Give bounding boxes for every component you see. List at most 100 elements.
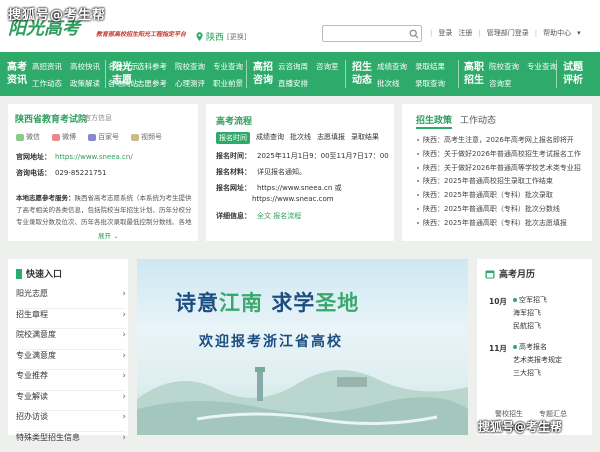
nav-item[interactable]: 政策解读	[70, 78, 100, 89]
process-tabs: 报名时间 成绩查询 批次线 志愿填报 录取结果	[216, 132, 379, 144]
calendar-event[interactable]: 高考报名	[513, 343, 573, 352]
login-link[interactable]: 登录	[438, 28, 452, 38]
search-icon[interactable]	[409, 29, 419, 39]
admin-login-link[interactable]: 管理部门登录	[487, 28, 529, 38]
full-text-link[interactable]: 全文	[257, 212, 271, 220]
nav-item[interactable]: 选科参考	[137, 61, 167, 72]
quick-entry-item[interactable]: 专业推荐›	[16, 370, 126, 391]
section-marker-icon	[16, 269, 22, 279]
nav-item[interactable]: 咨询室	[489, 78, 519, 89]
nav-item[interactable]: 高招资讯	[32, 61, 62, 72]
tab-volunteer-fill[interactable]: 志愿填报	[317, 132, 345, 144]
nav-item[interactable]: 录取结果	[415, 61, 445, 72]
chevron-right-icon: ›	[122, 309, 126, 329]
list-item[interactable]: 陕西：关于做好2026年普通高等学校艺术类专业招	[416, 163, 586, 177]
weibo-link[interactable]: 微博	[52, 132, 76, 142]
calendar-event[interactable]: 民航招飞	[513, 322, 573, 331]
tab-admission-policy[interactable]: 招生政策	[416, 113, 452, 129]
nav-head-vocational[interactable]: 高职招生	[463, 61, 485, 87]
calendar-header: 高考月历	[485, 267, 535, 280]
nav-head-exam-analysis[interactable]: 试题评析	[562, 61, 584, 87]
nav-item[interactable]: 直播安排	[278, 78, 308, 89]
nav-item[interactable]: 云咨询周	[278, 61, 308, 72]
help-center-link[interactable]: 帮助中心	[543, 28, 571, 38]
nav-item[interactable]: 成绩查询	[377, 61, 407, 72]
nav-head-news[interactable]: 高考资讯	[6, 61, 28, 87]
chevron-right-icon: ›	[122, 391, 126, 411]
location-selector[interactable]: 陕西 [更换]	[196, 30, 246, 43]
nav-divider	[246, 60, 247, 88]
tab-score-query[interactable]: 成绩查询	[256, 132, 284, 144]
expand-button[interactable]: 展开 ⌄	[98, 230, 119, 240]
phone-row: 咨询电话：029-85221751	[16, 168, 107, 178]
quick-entry-item[interactable]: 阳光志愿›	[16, 288, 126, 309]
exam-office-title[interactable]: 陕西省教育考试院	[15, 112, 87, 125]
calendar-event[interactable]: 艺术类报考规定	[513, 356, 573, 365]
tab-batch-line[interactable]: 批次线	[290, 132, 311, 144]
nav-divider	[345, 60, 346, 88]
weibo-icon	[52, 134, 60, 141]
list-item[interactable]: 陕西：2025年普通高职（专科）批次志愿填报	[416, 218, 586, 232]
policy-news-list: 陕西：高考生注意，2026年高考网上报名即将开 陕西：关于做好2026年普通高校…	[416, 135, 586, 232]
logo-subtitle: 教育部高校招生阳光工程指定平台	[96, 29, 186, 38]
calendar-event[interactable]: 空军招飞	[513, 296, 573, 305]
nav-head-consult[interactable]: 高招咨询	[252, 61, 274, 87]
nav-item[interactable]: 院校查询	[489, 61, 519, 72]
list-item[interactable]: 陕西：2025年普通高职（专科）批次分数线	[416, 204, 586, 218]
top-header: 阳光高考 教育部高校招生阳光工程指定平台 陕西 [更换] | 登录 注册 | 管…	[0, 0, 600, 52]
nav-head-admission[interactable]: 招生动态	[351, 61, 373, 87]
quick-entry-item[interactable]: 招生章程›	[16, 309, 126, 330]
list-item[interactable]: 陕西：2025年普通高职（专科）批次录取	[416, 190, 586, 204]
nav-head-volunteer[interactable]: 阳光志愿	[111, 61, 133, 87]
nav-item[interactable]: 咨询室	[316, 61, 339, 72]
promo-banner[interactable]: 诗意江南 求学圣地 欢迎报考浙江省高校	[137, 259, 468, 435]
banner-title: 诗意江南 求学圣地	[175, 287, 359, 317]
nav-item[interactable]: 批次线	[377, 78, 407, 89]
reg-flow-link[interactable]: 报名流程	[273, 212, 301, 220]
baijiahao-icon	[88, 134, 96, 141]
location-change-link[interactable]: [更换]	[227, 32, 246, 42]
list-item[interactable]: 陕西：高考生注意，2026年高考网上报名即将开	[416, 135, 586, 149]
video-account-link[interactable]: 视频号	[131, 132, 162, 142]
calendar-event[interactable]: 三大招飞	[513, 369, 573, 378]
nav-item[interactable]: 工作动态	[32, 78, 62, 89]
wechat-link[interactable]: 微信	[16, 132, 40, 142]
nav-item[interactable]: 院校查询	[175, 61, 205, 72]
exam-office-card: 陕西省教育考试院 官方信息 微信 微博 百家号 视频号 官网地址：https:/…	[8, 104, 198, 241]
nav-item[interactable]: 专业查询	[213, 61, 243, 72]
nav-item[interactable]: 专业查询	[527, 61, 557, 72]
website-row: 官网地址：https://www.sneea.cn/	[16, 152, 133, 162]
quick-entry-item[interactable]: 专业解读›	[16, 391, 126, 412]
search-input[interactable]	[322, 25, 422, 42]
nav-item[interactable]: 录取查询	[415, 78, 445, 89]
reg-url-link[interactable]: https://www.sneea.cn 或	[257, 184, 342, 192]
quick-entry-item[interactable]: 院校满意度›	[16, 329, 126, 350]
tab-admission-result[interactable]: 录取结果	[351, 132, 379, 144]
quick-entry-item[interactable]: 招办访谈›	[16, 411, 126, 432]
nav-item[interactable]: 志愿参考	[137, 78, 167, 89]
tab-registration-time[interactable]: 报名时间	[216, 132, 250, 144]
nav-item[interactable]: 高校快讯	[70, 61, 100, 72]
website-link[interactable]: https://www.sneea.cn/	[55, 153, 133, 161]
baijiahao-link[interactable]: 百家号	[88, 132, 119, 142]
policy-card: 招生政策 工作动态 陕西：高考生注意，2026年高考网上报名即将开 陕西：关于做…	[402, 104, 592, 241]
video-icon	[131, 134, 139, 141]
reg-time-row: 报名时间：2025年11月1日9：00至11月7日17：00	[216, 151, 389, 161]
list-item[interactable]: 陕西：关于做好2026年普通高校招生考试报名工作	[416, 149, 586, 163]
nav-item[interactable]: 职业前景	[213, 78, 243, 89]
chevron-right-icon: ›	[122, 288, 126, 308]
tab-work-news[interactable]: 工作动态	[460, 113, 496, 129]
chevron-down-icon[interactable]: ▾	[577, 29, 581, 37]
reg-url-link-2[interactable]: https://www.sneac.com	[252, 195, 334, 203]
calendar-event[interactable]: 海军招飞	[513, 309, 573, 318]
nav-item[interactable]: 心理测评	[175, 78, 205, 89]
quick-entry-item[interactable]: 专业满意度›	[16, 350, 126, 371]
list-item[interactable]: 陕西：2025年普通高校招生录取工作结束	[416, 176, 586, 190]
register-link[interactable]: 注册	[458, 28, 472, 38]
social-links: 微信 微博 百家号 视频号	[16, 132, 162, 142]
service-description: 本地志愿参考服务：陕西省高考志愿系统（本系统为考生提供了高考相关的各类信息，包括…	[16, 192, 194, 228]
chevron-right-icon: ›	[122, 370, 126, 390]
reg-url-row-2: https://www.sneac.com	[252, 195, 334, 203]
quick-entry-card: 快速入口 阳光志愿› 招生章程› 院校满意度› 专业满意度› 专业推荐› 专业解…	[8, 259, 128, 435]
phone-number: 029-85221751	[55, 169, 107, 177]
